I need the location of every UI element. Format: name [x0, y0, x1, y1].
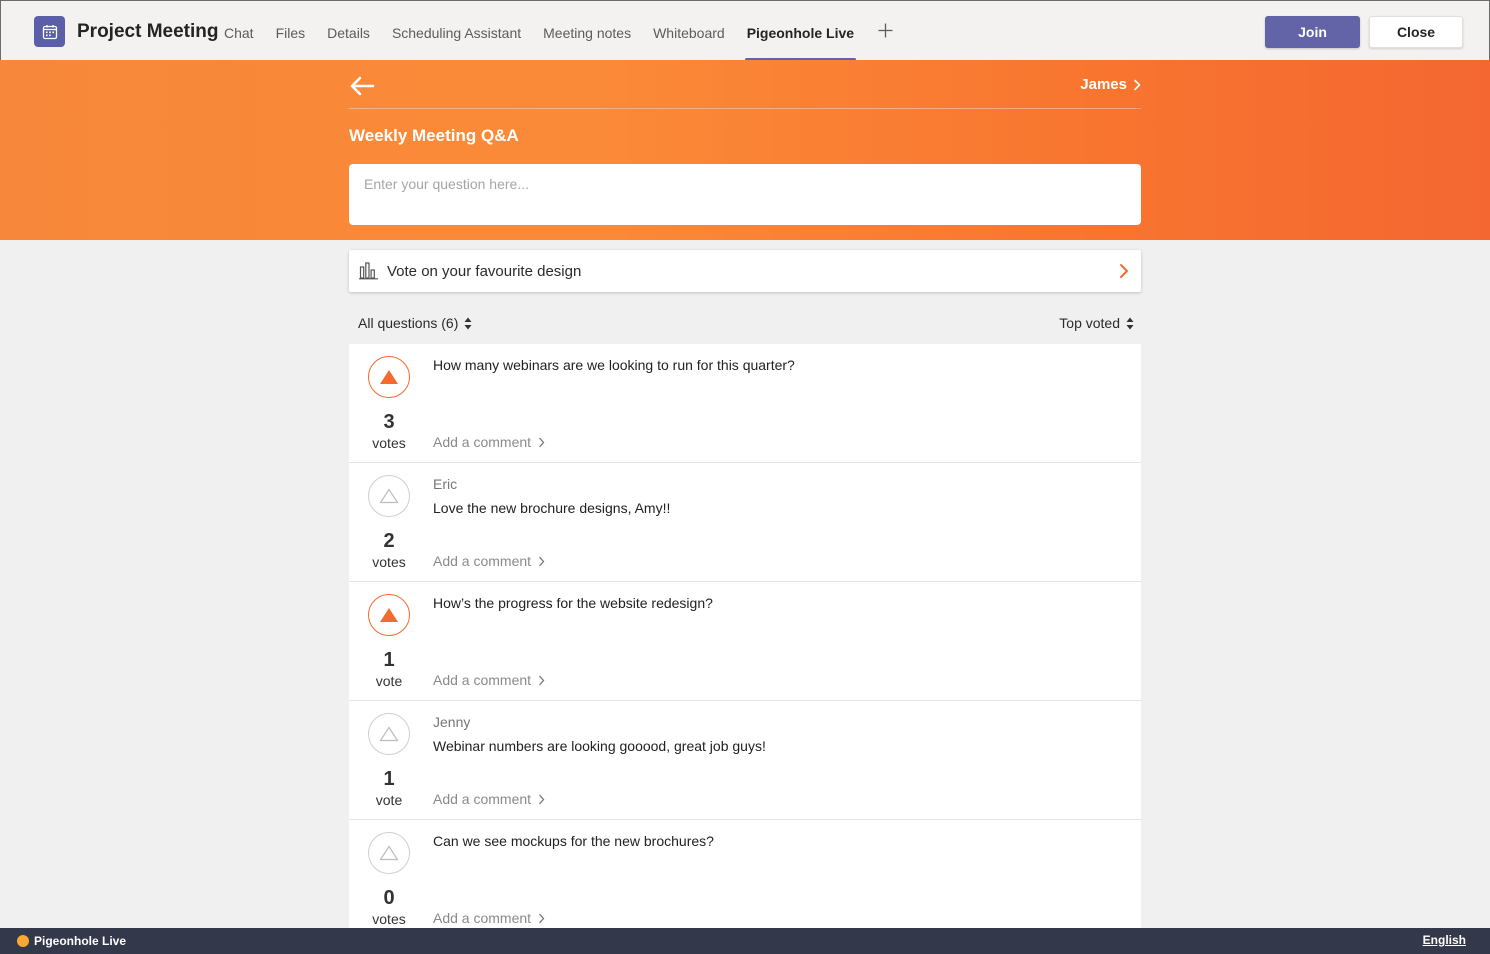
upvote-button[interactable]	[368, 356, 410, 398]
question-item: 2 votes Eric Love the new brochure desig…	[349, 463, 1141, 582]
filter-label: All questions (6)	[358, 315, 459, 331]
add-comment-link[interactable]: Add a comment	[433, 672, 545, 688]
poll-card[interactable]: Vote on your favourite design	[349, 250, 1141, 292]
user-name: James	[1080, 76, 1127, 93]
question-item: 3 votes How many webinars are we looking…	[349, 344, 1141, 463]
chevron-right-icon	[539, 675, 545, 685]
add-comment-link[interactable]: Add a comment	[433, 910, 545, 926]
chevron-right-icon	[539, 437, 545, 447]
tab-meeting-notes[interactable]: Meeting notes	[543, 1, 631, 61]
question-item: 1 vote How’s the progress for the websit…	[349, 582, 1141, 701]
meeting-tabs: Chat Files Details Scheduling Assistant …	[224, 1, 893, 61]
join-button[interactable]: Join	[1265, 16, 1360, 48]
upvote-button[interactable]	[368, 713, 410, 755]
question-text: How’s the progress for the website redes…	[433, 595, 713, 611]
sort-dropdown[interactable]: Top voted	[1059, 315, 1134, 331]
vote-count: 2	[383, 530, 395, 552]
question-filter-dropdown[interactable]: All questions (6)	[358, 315, 472, 331]
upvote-button[interactable]	[368, 594, 410, 636]
add-comment-label: Add a comment	[433, 434, 532, 450]
tab-details[interactable]: Details	[327, 1, 370, 61]
add-comment-link[interactable]: Add a comment	[433, 553, 545, 569]
event-title: Weekly Meeting Q&A	[349, 126, 519, 145]
vote-unit: votes	[372, 911, 406, 927]
question-text: How many webinars are we looking to run …	[433, 357, 795, 373]
vote-unit: vote	[375, 792, 403, 808]
meeting-title: Project Meeting	[77, 21, 219, 42]
upvote-button[interactable]	[368, 475, 410, 517]
question-author: Jenny	[433, 714, 471, 730]
triangle-up-icon	[380, 608, 398, 622]
vote-count: 3	[383, 411, 395, 433]
vote-count: 1	[383, 649, 395, 671]
vote-unit: vote	[375, 673, 403, 689]
tab-chat[interactable]: Chat	[224, 1, 254, 61]
question-input[interactable]	[349, 164, 1141, 225]
vote-count: 1	[383, 768, 395, 790]
chevron-right-icon	[1120, 264, 1128, 278]
tab-pigeonhole-live[interactable]: Pigeonhole Live	[744, 1, 857, 61]
language-selector[interactable]: English	[1423, 933, 1466, 947]
header-divider	[349, 108, 1141, 109]
question-item: 0 votes Can we see mockups for the new b…	[349, 820, 1141, 939]
add-comment-label: Add a comment	[433, 553, 532, 569]
tab-whiteboard[interactable]: Whiteboard	[653, 1, 725, 61]
calendar-icon	[34, 16, 65, 47]
user-profile-link[interactable]: James	[1080, 76, 1141, 93]
tab-files[interactable]: Files	[276, 1, 306, 61]
add-comment-label: Add a comment	[433, 910, 532, 926]
vote-count: 0	[383, 887, 395, 909]
poll-label: Vote on your favourite design	[387, 262, 582, 280]
add-comment-link[interactable]: Add a comment	[433, 791, 545, 807]
footer-bar: Pigeonhole Live English	[0, 928, 1490, 954]
question-text: Can we see mockups for the new brochures…	[433, 833, 714, 849]
chevron-right-icon	[539, 794, 545, 804]
question-item: 1 vote Jenny Webinar numbers are looking…	[349, 701, 1141, 820]
sort-label: Top voted	[1059, 315, 1120, 331]
event-header: James Weekly Meeting Q&A	[0, 60, 1490, 240]
add-comment-link[interactable]: Add a comment	[433, 434, 545, 450]
chevron-right-icon	[1134, 79, 1141, 90]
triangle-up-icon	[379, 488, 399, 504]
add-comment-label: Add a comment	[433, 672, 532, 688]
question-text: Webinar numbers are looking gooood, grea…	[433, 738, 766, 754]
triangle-up-icon	[379, 845, 399, 861]
bar-chart-icon	[359, 262, 378, 280]
vote-unit: votes	[372, 435, 406, 451]
plus-icon[interactable]	[878, 1, 893, 61]
sort-icon	[1126, 317, 1134, 329]
chevron-right-icon	[539, 913, 545, 923]
add-comment-label: Add a comment	[433, 791, 532, 807]
vote-unit: votes	[372, 554, 406, 570]
triangle-up-icon	[380, 370, 398, 384]
triangle-up-icon	[379, 726, 399, 742]
tab-scheduling-assistant[interactable]: Scheduling Assistant	[392, 1, 521, 61]
upvote-button[interactable]	[368, 832, 410, 874]
arrow-left-icon[interactable]	[349, 75, 375, 97]
pigeonhole-logo-icon	[17, 935, 29, 947]
chevron-right-icon	[539, 556, 545, 566]
question-list: 3 votes How many webinars are we looking…	[349, 344, 1141, 939]
footer-brand: Pigeonhole Live	[34, 934, 127, 948]
meeting-header-bar: Project Meeting Chat Files Details Sched…	[0, 0, 1490, 61]
close-button[interactable]: Close	[1369, 16, 1463, 48]
question-author: Eric	[433, 476, 458, 492]
question-text: Love the new brochure designs, Amy!!	[433, 500, 671, 516]
sort-icon	[464, 317, 472, 329]
